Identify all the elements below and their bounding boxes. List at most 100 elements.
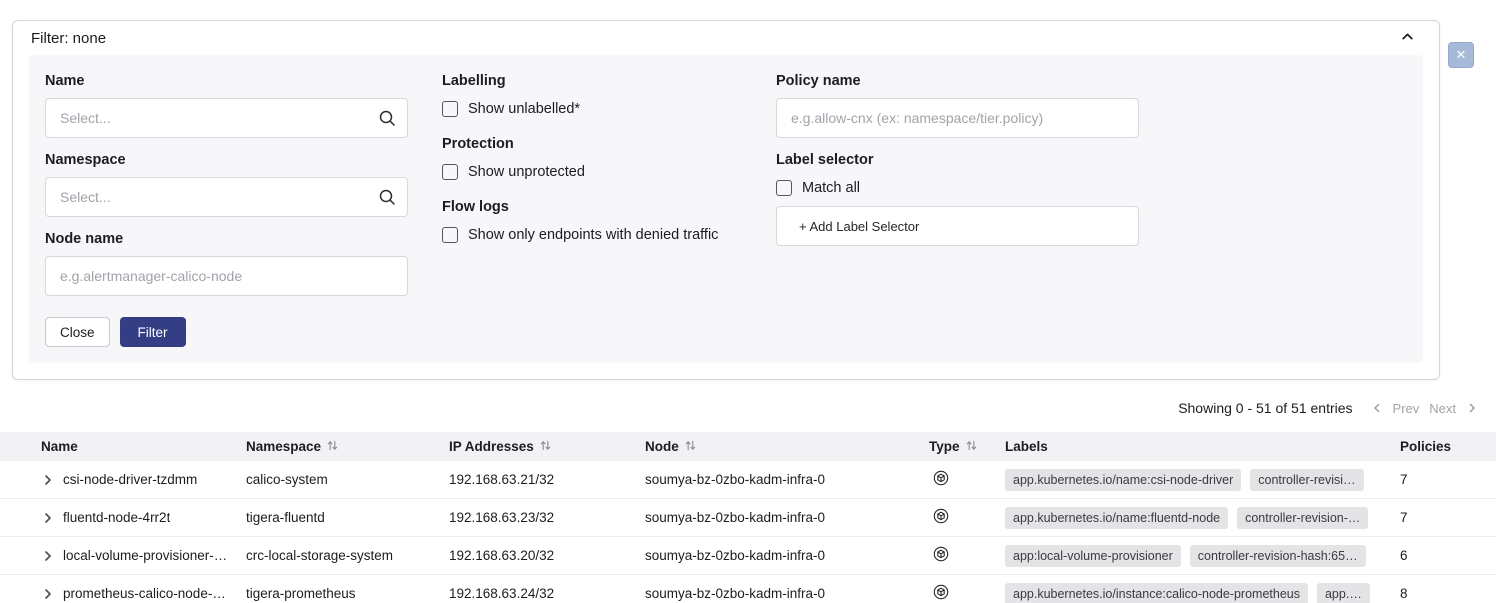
filter-button[interactable]: Filter (120, 317, 186, 347)
close-icon: ✕ (1456, 47, 1467, 63)
filter-column-left: Name Namespace Node name (45, 71, 408, 347)
expand-row-icon[interactable] (42, 550, 54, 562)
label-tag: app.kubernetes.io/instance:calico-node-p… (1005, 583, 1308, 603)
endpoint-type (929, 584, 1005, 603)
expand-row-icon[interactable] (42, 588, 54, 600)
endpoint-labels: app.kubernetes.io/name:csi-node-driver c… (1005, 469, 1390, 491)
label-tag: app.kubernetes.io/name:csi-node-driver (1005, 469, 1241, 491)
protection-heading: Protection (442, 134, 742, 154)
show-unlabelled-label: Show unlabelled* (468, 101, 580, 117)
column-header-namespace[interactable]: Namespace (246, 439, 449, 455)
label-tag: app:local-volume-provisioner (1005, 545, 1181, 567)
search-icon (378, 188, 396, 206)
filter-form: Name Namespace Node name (29, 55, 1423, 363)
label-tag: controller-revisi… (1250, 469, 1363, 491)
table-header-row: Name Namespace IP Addresses Node Type La… (0, 432, 1496, 461)
chevron-right-icon[interactable] (1466, 402, 1478, 414)
table-row[interactable]: prometheus-calico-node-… tigera-promethe… (0, 575, 1496, 603)
name-field: Name (45, 71, 408, 138)
pod-type-icon (933, 508, 949, 527)
pod-type-icon (933, 584, 949, 603)
endpoint-node: soumya-bz-0zbo-kadm-infra-0 (645, 548, 929, 563)
column-header-node[interactable]: Node (645, 439, 929, 455)
column-header-ip[interactable]: IP Addresses (449, 439, 645, 455)
filter-column-middle: Labelling Show unlabelled* Protection Sh… (442, 71, 742, 260)
endpoint-name: local-volume-provisioner-… (63, 548, 227, 563)
expand-row-icon[interactable] (42, 474, 54, 486)
endpoint-ip: 192.168.63.24/32 (449, 586, 645, 601)
panel-dismiss-button[interactable]: ✕ (1448, 42, 1474, 68)
endpoint-ip: 192.168.63.20/32 (449, 548, 645, 563)
name-select-input[interactable] (45, 98, 408, 138)
collapse-filter-button[interactable] (1400, 29, 1415, 47)
namespace-label: Namespace (45, 150, 408, 170)
pagination-bar: Showing 0 - 51 of 51 entries Prev Next (0, 397, 1496, 419)
prev-page-button[interactable]: Prev (1393, 401, 1420, 416)
table-row[interactable]: local-volume-provisioner-… crc-local-sto… (0, 537, 1496, 575)
denied-traffic-label: Show only endpoints with denied traffic (468, 227, 718, 243)
entries-summary: Showing 0 - 51 of 51 entries (1178, 400, 1352, 416)
endpoint-node: soumya-bz-0zbo-kadm-infra-0 (645, 510, 929, 525)
name-label: Name (45, 71, 408, 91)
show-unprotected-label: Show unprotected (468, 164, 585, 180)
sort-icon[interactable] (684, 439, 697, 455)
endpoint-policies-count: 7 (1390, 472, 1496, 487)
endpoint-policies-count: 7 (1390, 510, 1496, 525)
filter-panel: Filter: none Name Namespace (12, 20, 1440, 380)
policy-name-label: Policy name (776, 71, 1139, 91)
filter-panel-title: Filter: none (31, 30, 106, 47)
pod-type-icon (933, 546, 949, 565)
table-row[interactable]: fluentd-node-4rr2t tigera-fluentd 192.16… (0, 499, 1496, 537)
column-header-policies: Policies (1390, 439, 1496, 454)
search-icon (378, 109, 396, 127)
node-name-field: Node name (45, 229, 408, 296)
endpoint-type (929, 508, 1005, 527)
endpoint-labels: app.kubernetes.io/name:fluentd-node cont… (1005, 507, 1390, 529)
label-tag: app.… (1317, 583, 1370, 603)
chevron-up-icon (1400, 29, 1415, 47)
show-unlabelled-checkbox[interactable] (442, 101, 458, 117)
node-name-label: Node name (45, 229, 408, 249)
endpoint-policies-count: 6 (1390, 548, 1496, 563)
endpoint-type (929, 546, 1005, 565)
namespace-select-input[interactable] (45, 177, 408, 217)
flow-logs-heading: Flow logs (442, 197, 742, 217)
label-tag: app.kubernetes.io/name:fluentd-node (1005, 507, 1228, 529)
sort-icon[interactable] (965, 439, 978, 455)
endpoint-node: soumya-bz-0zbo-kadm-infra-0 (645, 586, 929, 601)
next-page-button[interactable]: Next (1429, 401, 1456, 416)
label-tag: controller-revision-… (1237, 507, 1368, 529)
match-all-checkbox[interactable] (776, 180, 792, 196)
show-unprotected-checkbox[interactable] (442, 164, 458, 180)
sort-icon[interactable] (539, 439, 552, 455)
endpoint-labels: app.kubernetes.io/instance:calico-node-p… (1005, 583, 1390, 603)
endpoint-labels: app:local-volume-provisioner controller-… (1005, 545, 1390, 567)
close-button[interactable]: Close (45, 317, 110, 347)
endpoint-node: soumya-bz-0zbo-kadm-infra-0 (645, 472, 929, 487)
endpoint-name: csi-node-driver-tzdmm (63, 472, 197, 487)
endpoint-namespace: tigera-fluentd (246, 510, 449, 525)
labelling-heading: Labelling (442, 71, 742, 91)
column-header-labels: Labels (1005, 439, 1390, 454)
column-header-type[interactable]: Type (929, 439, 1005, 455)
chevron-left-icon[interactable] (1371, 402, 1383, 414)
node-name-input[interactable] (45, 256, 408, 296)
table-row[interactable]: csi-node-driver-tzdmm calico-system 192.… (0, 461, 1496, 499)
endpoint-ip: 192.168.63.23/32 (449, 510, 645, 525)
add-label-selector-button[interactable]: + Add Label Selector (776, 206, 1139, 246)
sort-icon[interactable] (326, 439, 339, 455)
label-tag: controller-revision-hash:65… (1190, 545, 1366, 567)
endpoint-name: prometheus-calico-node-… (63, 586, 226, 601)
endpoint-namespace: tigera-prometheus (246, 586, 449, 601)
endpoint-type (929, 470, 1005, 489)
endpoint-namespace: crc-local-storage-system (246, 548, 449, 563)
expand-row-icon[interactable] (42, 512, 54, 524)
denied-traffic-checkbox[interactable] (442, 227, 458, 243)
filter-panel-header: Filter: none (13, 21, 1439, 55)
pod-type-icon (933, 470, 949, 489)
namespace-field: Namespace (45, 150, 408, 217)
endpoint-ip: 192.168.63.21/32 (449, 472, 645, 487)
policy-name-input[interactable] (776, 98, 1139, 138)
endpoints-table: Name Namespace IP Addresses Node Type La… (0, 432, 1496, 603)
column-header-name[interactable]: Name (36, 439, 246, 454)
